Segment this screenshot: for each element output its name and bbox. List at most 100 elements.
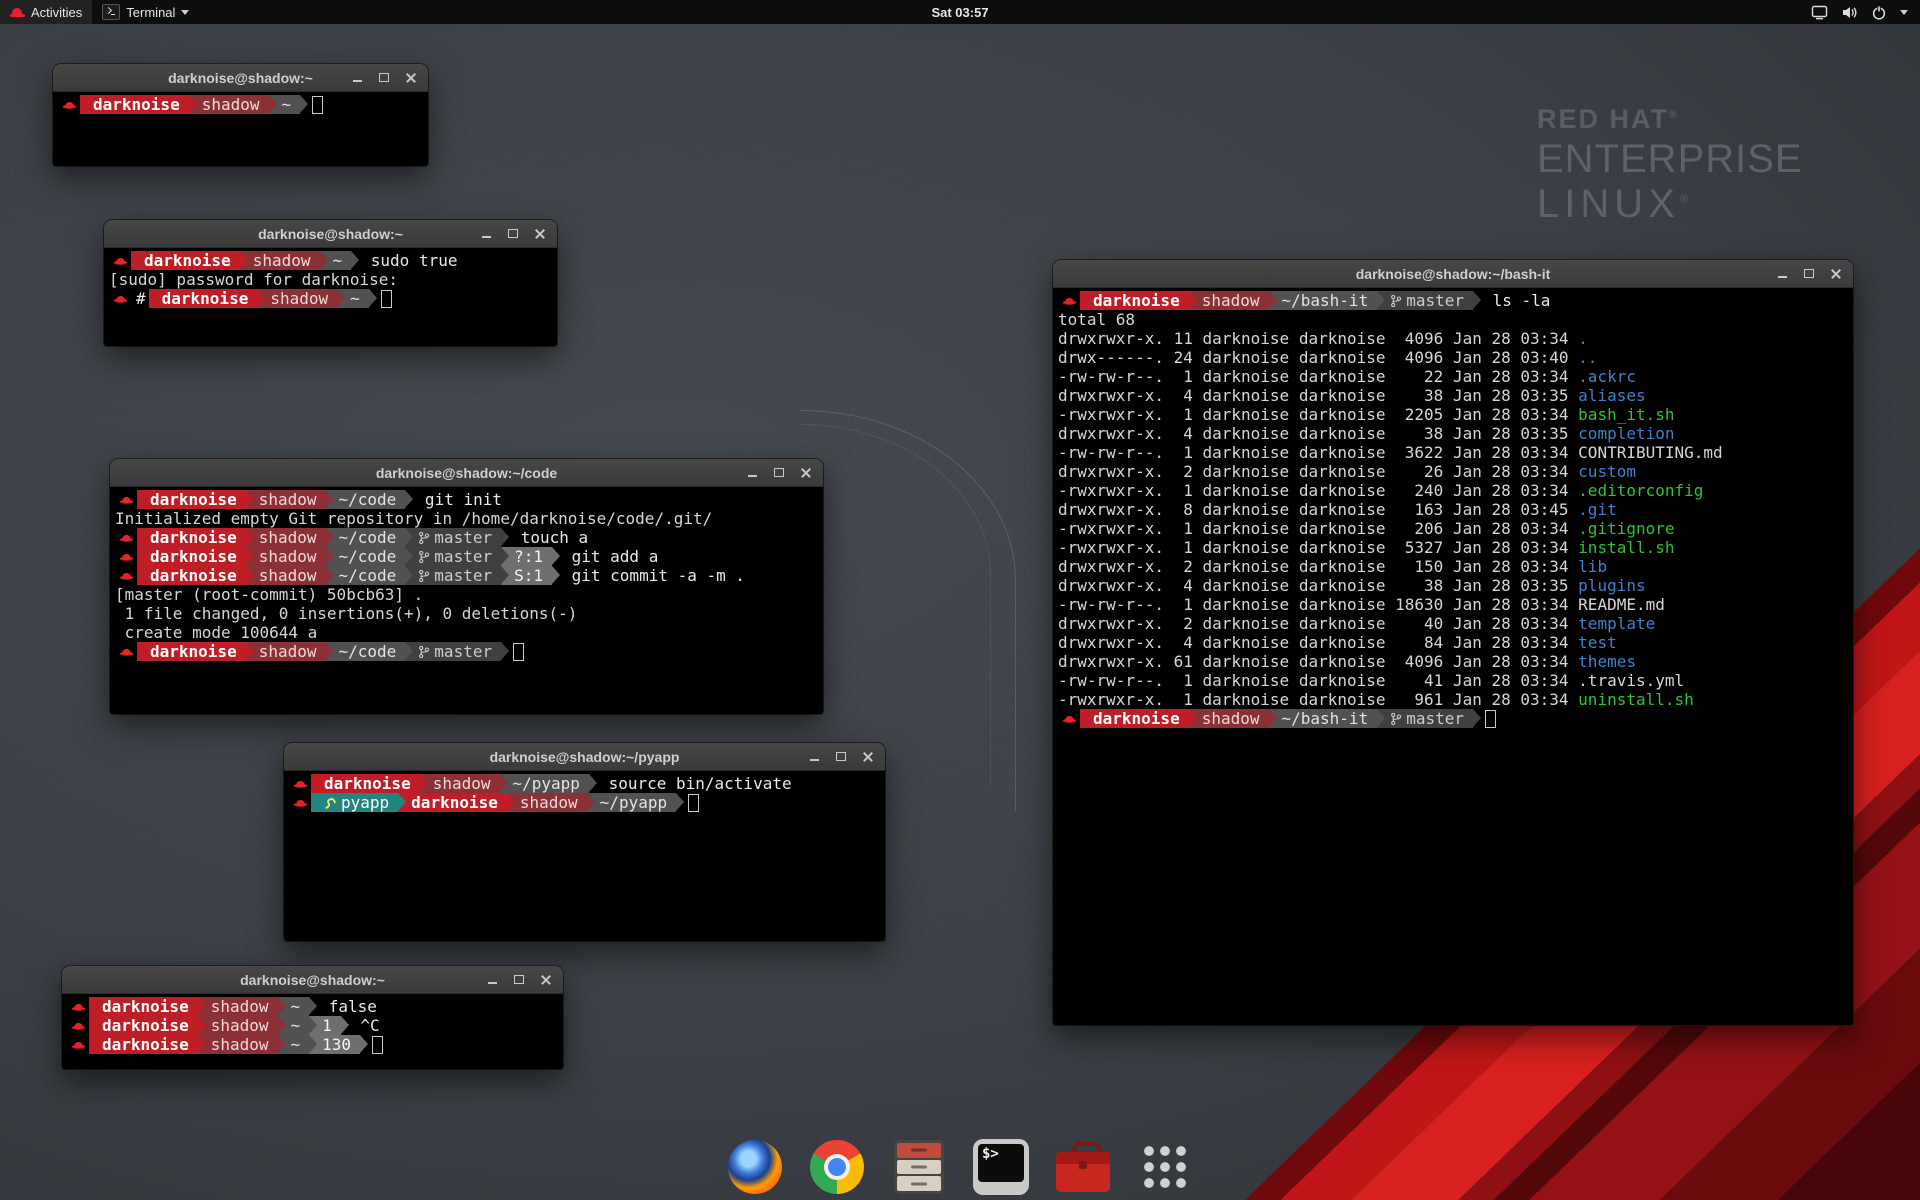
app-menu-terminal[interactable]: Terminal [92, 0, 199, 24]
minimize-button[interactable] [348, 69, 366, 87]
maximize-button[interactable] [510, 971, 528, 989]
output-text: -rw-rw-r--. 1 darknoise darknoise 41 Jan… [1058, 671, 1578, 690]
output-text: -rwxrwxr-x. 1 darknoise darknoise 2205 J… [1058, 405, 1578, 424]
terminal-cursor [381, 290, 392, 308]
close-button[interactable] [537, 971, 555, 989]
terminal-line: -rwxrwxr-x. 1 darknoise darknoise 961 Ja… [1058, 690, 1848, 709]
terminal-line: drwxrwxr-x. 2 darknoise darknoise 40 Jan… [1058, 614, 1848, 633]
minimize-button[interactable] [477, 225, 495, 243]
terminal-body[interactable]: darknoiseshadow~ falsedarknoiseshadow~1 … [62, 994, 563, 1069]
prompt-user-segment: darknoise [398, 793, 507, 812]
close-button[interactable] [1827, 265, 1845, 283]
prompt-path-segment: ~/code [326, 547, 406, 566]
maximize-button[interactable] [1800, 265, 1818, 283]
close-button[interactable] [402, 69, 420, 87]
terminal-line: -rwxrwxr-x. 1 darknoise darknoise 5327 J… [1058, 538, 1848, 557]
window-title: darknoise@shadow:~/pyapp [490, 749, 680, 765]
output-text: drwxrwxr-x. 4 darknoise darknoise 38 Jan… [1058, 576, 1578, 595]
output-text: [sudo] password for darknoise: [109, 270, 408, 289]
maximize-button[interactable] [504, 225, 522, 243]
prompt-host-segment: shadow [246, 566, 326, 585]
system-status-area[interactable] [1803, 0, 1916, 24]
output-text: -rw-rw-r--. 1 darknoise darknoise 3622 J… [1058, 443, 1578, 462]
terminal-body[interactable]: darknoiseshadow~/pyapp source bin/activa… [284, 771, 885, 941]
dock-item-toolbox[interactable] [1052, 1136, 1114, 1198]
file-name: install.sh [1578, 538, 1674, 557]
window-title: darknoise@shadow:~ [168, 70, 313, 86]
prompt-user-segment: darknoise [149, 289, 258, 308]
dock-item-chrome[interactable] [806, 1136, 868, 1198]
minimize-button[interactable] [483, 971, 501, 989]
terminal-window: darknoise@shadow:~ darknoiseshadow~ [53, 64, 428, 166]
terminal-line: -rwxrwxr-x. 1 darknoise darknoise 240 Ja… [1058, 481, 1848, 500]
terminal-line: darknoiseshadow~/pyapp source bin/activa… [289, 774, 880, 793]
file-name: .gitignore [1578, 519, 1674, 538]
maximize-button[interactable] [770, 464, 788, 482]
terminal-line: #darknoiseshadow~ [109, 289, 552, 308]
terminal-body[interactable]: darknoiseshadow~ sudo true[sudo] passwor… [104, 248, 557, 346]
prompt-user-segment: darknoise [137, 528, 246, 547]
terminal-body[interactable]: darknoiseshadow~/bash-itmaster ls -latot… [1053, 288, 1853, 1025]
output-text: 1 file changed, 0 insertions(+), 0 delet… [115, 604, 577, 623]
rhel-watermark: RED HAT® ENTERPRISE LINUX® [1537, 104, 1803, 227]
window-titlebar[interactable]: darknoise@shadow:~/pyapp [284, 743, 885, 771]
window-titlebar[interactable]: darknoise@shadow:~ [62, 966, 563, 994]
clock[interactable]: Sat 03:57 [921, 0, 998, 24]
command-text: false [309, 997, 377, 1016]
prompt-host-segment: shadow [246, 490, 326, 509]
terminal-window: darknoise@shadow:~/pyapp darknoiseshadow… [284, 743, 885, 941]
power-icon [1871, 5, 1887, 20]
rhel-watermark-line3: LINUX® [1537, 182, 1803, 227]
window-titlebar[interactable]: darknoise@shadow:~/bash-it [1053, 260, 1853, 288]
prompt-path-segment: ~/bash-it [1269, 291, 1378, 310]
close-icon [863, 752, 873, 762]
background-arc [800, 424, 991, 785]
terminal-window: darknoise@shadow:~/code darknoiseshadow~… [110, 459, 823, 714]
dock-item-show-applications[interactable] [1134, 1136, 1196, 1198]
terminal-line: [sudo] password for darknoise: [109, 270, 552, 289]
dock-item-files[interactable] [888, 1136, 950, 1198]
terminal-body[interactable]: darknoiseshadow~ [53, 92, 428, 166]
prompt-user-segment: darknoise [1080, 709, 1189, 728]
maximize-button[interactable] [832, 748, 850, 766]
minimize-button[interactable] [1773, 265, 1791, 283]
prompt-host-segment: shadow [240, 251, 320, 270]
terminal-line: -rw-rw-r--. 1 darknoise darknoise 3622 J… [1058, 443, 1848, 462]
prompt-host-segment: shadow [420, 774, 500, 793]
file-name: uninstall.sh [1578, 690, 1694, 709]
minimize-button[interactable] [743, 464, 761, 482]
close-button[interactable] [859, 748, 877, 766]
redhat-icon [67, 1016, 89, 1035]
prompt-git-branch-segment: master [405, 547, 501, 566]
maximize-icon [836, 752, 846, 761]
prompt-host-segment: shadow [1189, 709, 1269, 728]
dock-item-firefox[interactable] [724, 1136, 786, 1198]
command-text: git commit -a -m . [552, 566, 745, 585]
maximize-button[interactable] [375, 69, 393, 87]
output-text: -rwxrwxr-x. 1 darknoise darknoise 206 Ja… [1058, 519, 1578, 538]
file-name: . [1578, 329, 1588, 348]
activities-button[interactable]: Activities [0, 0, 92, 24]
terminal-cursor [312, 96, 323, 114]
window-titlebar[interactable]: darknoise@shadow:~ [53, 64, 428, 92]
minimize-icon [748, 475, 757, 477]
terminal-line: drwxrwxr-x. 4 darknoise darknoise 38 Jan… [1058, 424, 1848, 443]
redhat-icon [289, 793, 311, 812]
window-titlebar[interactable]: darknoise@shadow:~ [104, 220, 557, 248]
file-name: CONTRIBUTING.md [1578, 443, 1723, 462]
close-button[interactable] [797, 464, 815, 482]
window-title: darknoise@shadow:~ [240, 972, 385, 988]
terminal-line: darknoiseshadow~/codemasterS:1 git commi… [115, 566, 818, 585]
display-icon [1811, 5, 1828, 20]
terminal-body[interactable]: darknoiseshadow~/code git initInitialize… [110, 487, 823, 714]
terminal-line: create mode 100644 a [115, 623, 818, 642]
dock-item-terminal[interactable]: $> [970, 1136, 1032, 1198]
prompt-user-segment: darknoise [89, 1035, 198, 1054]
terminal-window: darknoise@shadow:~ darknoiseshadow~ sudo… [104, 220, 557, 346]
minimize-button[interactable] [805, 748, 823, 766]
prompt-user-segment: darknoise [80, 95, 189, 114]
close-button[interactable] [531, 225, 549, 243]
terminal-line: drwxrwxr-x. 2 darknoise darknoise 150 Ja… [1058, 557, 1848, 576]
window-titlebar[interactable]: darknoise@shadow:~/code [110, 459, 823, 487]
maximize-icon [508, 229, 518, 238]
